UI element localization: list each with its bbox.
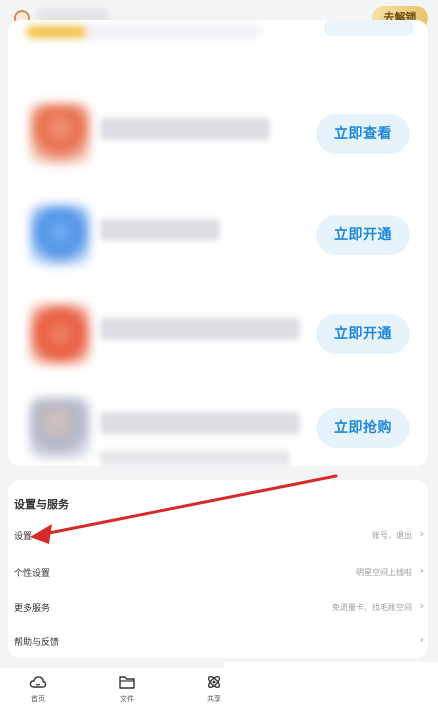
settings-section-title: 设置与服务 [14, 498, 69, 511]
settings-row-label: 设置 [14, 532, 33, 542]
folder-icon [119, 676, 135, 689]
promo-text-blurred [100, 118, 270, 140]
promo-top-button-partial[interactable] [324, 20, 414, 36]
chevron-right-icon: › [419, 633, 424, 646]
promo-thumb-image [30, 398, 90, 458]
chevron-right-icon: › [419, 564, 424, 577]
activate-now-button[interactable]: 立即开通 [316, 215, 410, 255]
promo-row: 立即抢购 [8, 390, 428, 470]
share-atom-icon [207, 675, 221, 689]
chevron-right-icon: › [419, 527, 424, 540]
settings-row-label: 帮助与反馈 [14, 638, 60, 648]
activate-now-button[interactable]: 立即开通 [316, 314, 410, 354]
nav-files[interactable]: 文件 [107, 674, 147, 704]
settings-row-value: 明星空间上线啦 [356, 568, 412, 577]
promo-row: 立即开通 [8, 296, 428, 376]
nav-label: 共享 [207, 695, 221, 703]
settings-row-personalize[interactable]: 个性设置 明星空间上线啦 › [8, 557, 428, 587]
settings-row-help-feedback[interactable]: 帮助与反馈 › [8, 626, 428, 656]
nav-home[interactable]: 首页 [18, 674, 58, 704]
settings-row-settings[interactable]: 设置 账号、退出 › [8, 520, 428, 550]
bottom-right-blank [224, 662, 438, 708]
promo-subtext-blurred [100, 450, 290, 466]
bottom-nav: 首页 文件 共享 [0, 668, 224, 708]
settings-row-label: 更多服务 [14, 604, 51, 614]
chevron-right-icon: › [419, 599, 424, 612]
promo-text-blurred [100, 318, 300, 340]
promo-thumb-image [30, 304, 90, 364]
nav-label: 文件 [120, 695, 134, 703]
settings-row-label: 个性设置 [14, 569, 51, 579]
settings-card: 设置与服务 设置 账号、退出 › 个性设置 明星空间上线啦 › 更多服务 免流量… [8, 480, 428, 658]
promo-row: 立即查看 [8, 96, 428, 176]
promo-thumb-image [30, 104, 90, 164]
home-cloud-icon [29, 676, 47, 688]
view-now-button[interactable]: 立即查看 [316, 114, 410, 154]
promo-card: 立即查看 立即开通 立即开通 立即抢购 [8, 20, 428, 466]
promo-text-blurred [100, 412, 300, 434]
settings-row-value: 账号、退出 [372, 531, 412, 540]
settings-row-more-services[interactable]: 更多服务 免流量卡、找毛账空间 › [8, 592, 428, 622]
buy-now-button[interactable]: 立即抢购 [316, 408, 410, 448]
settings-row-value: 免流量卡、找毛账空间 [332, 603, 412, 612]
promo-top-text-blurred [26, 24, 260, 40]
nav-share[interactable]: 共享 [194, 674, 234, 704]
promo-text-blurred [100, 219, 220, 241]
nav-label: 首页 [31, 695, 45, 703]
promo-row: 立即开通 [8, 197, 428, 277]
promo-thumb-image [30, 205, 90, 265]
